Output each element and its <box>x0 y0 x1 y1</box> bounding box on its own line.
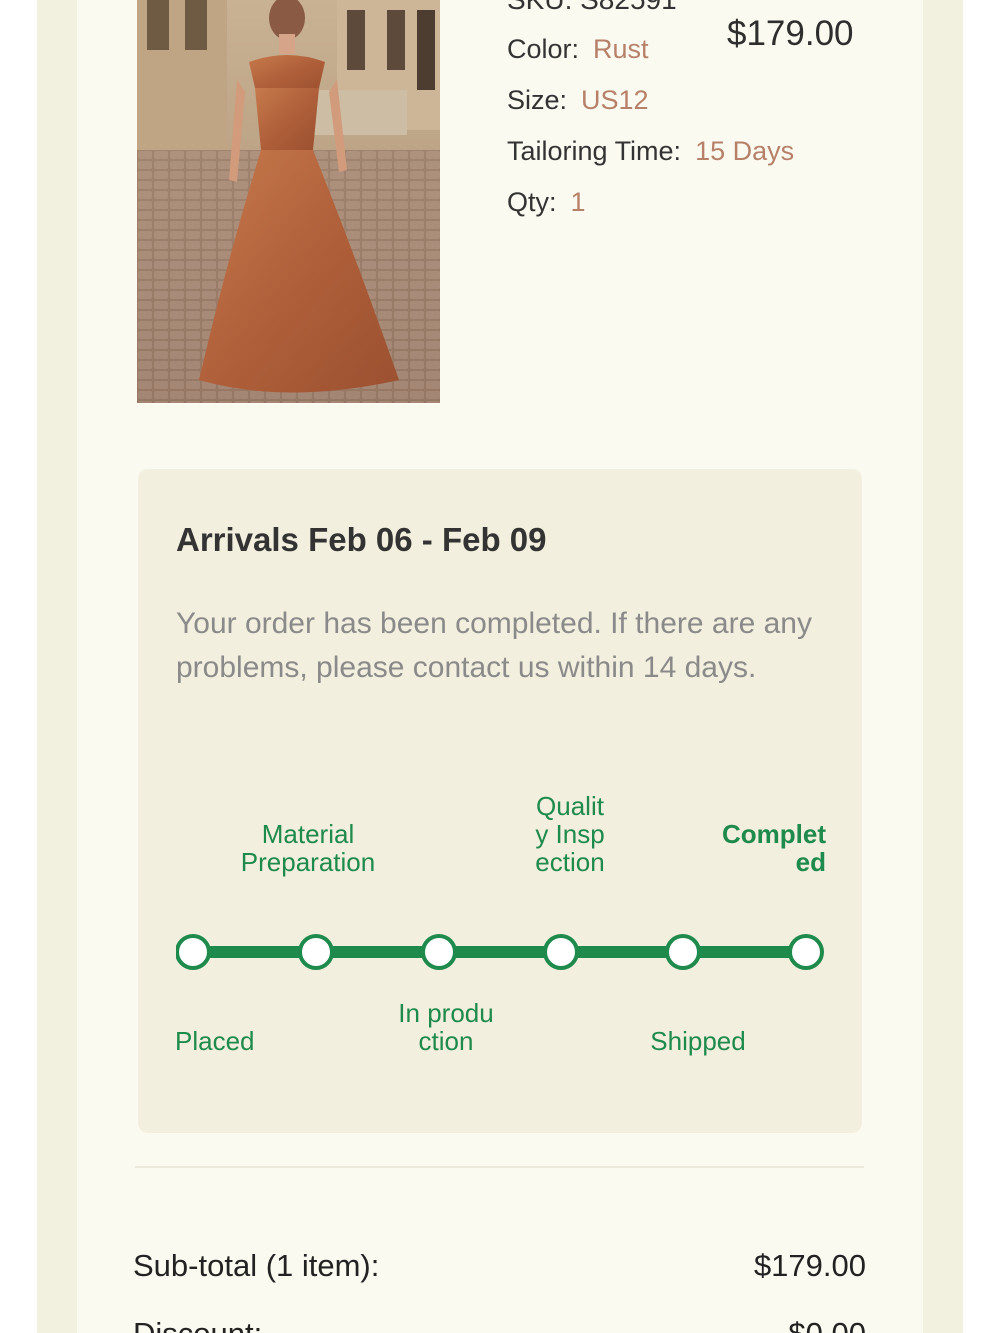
discount-label: Discount: <box>133 1316 262 1333</box>
attribute-tailoring-value: 15 Days <box>695 136 795 166</box>
subtotal-label: Sub-total (1 item): <box>133 1248 380 1283</box>
step-node-in-production <box>421 934 457 970</box>
step-label-material-preparation: Material Preparation <box>240 819 376 877</box>
product-sku: SKU: S82591 <box>507 0 677 16</box>
step-label-quality-inspection: Quality Inspection <box>535 791 605 877</box>
order-progress-track <box>176 934 824 970</box>
progress-line <box>193 946 807 958</box>
attribute-size: Size: US12 <box>507 85 649 116</box>
attribute-color-label: Color: <box>507 34 580 64</box>
attribute-size-label: Size: <box>507 85 568 115</box>
product-image[interactable] <box>137 0 440 403</box>
step-node-shipped <box>665 934 701 970</box>
step-node-placed <box>176 934 211 970</box>
subtotal-value: $179.00 <box>753 1248 866 1283</box>
step-label-in-production: In production <box>398 998 494 1056</box>
attribute-qty: Qty: 1 <box>507 187 586 218</box>
attribute-qty-value: 1 <box>570 187 586 217</box>
attribute-color: Color: Rust <box>507 34 649 65</box>
arrival-title: Arrivals Feb 06 - Feb 09 <box>176 521 547 558</box>
attribute-qty-label: Qty: <box>507 187 557 217</box>
step-node-completed <box>788 934 824 970</box>
product-price: $179.00 <box>727 14 854 53</box>
attribute-tailoring-time: Tailoring Time: 15 Days <box>507 136 794 167</box>
step-label-placed: Placed <box>175 1026 255 1056</box>
order-status-message: Your order has been completed. If there … <box>176 607 812 684</box>
attribute-color-value: Rust <box>593 34 649 64</box>
summary-divider <box>135 1166 864 1168</box>
step-label-completed: Completed <box>722 819 826 877</box>
discount-value: $0.00 <box>788 1316 866 1333</box>
attribute-size-value: US12 <box>581 85 649 115</box>
attribute-tailoring-label: Tailoring Time: <box>507 136 682 166</box>
step-label-shipped: Shipped <box>650 1026 746 1056</box>
step-node-quality-inspection <box>543 934 579 970</box>
step-node-material-preparation <box>298 934 334 970</box>
